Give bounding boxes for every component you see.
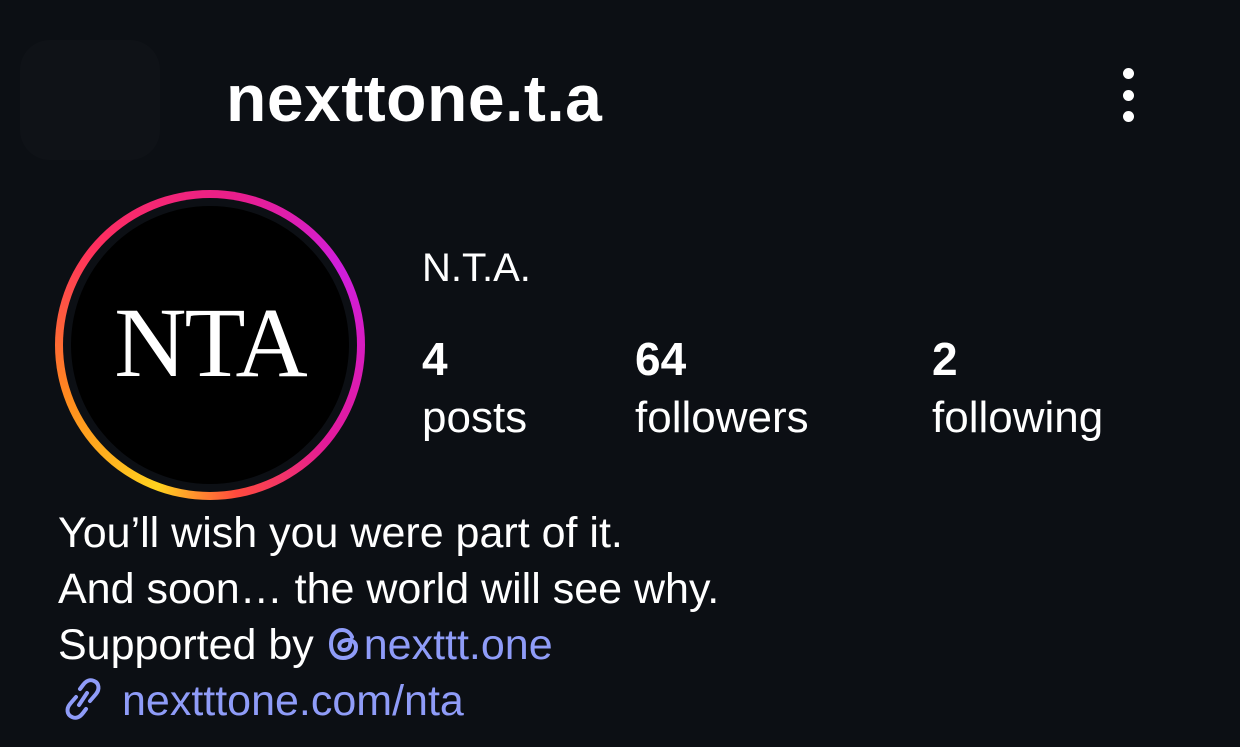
stat-posts-value: 4 bbox=[422, 333, 448, 385]
stat-followers[interactable]: 64 followers bbox=[635, 330, 809, 448]
profile-page: nexttone.t.a NTA N.T.A. 4 posts 64 follo… bbox=[0, 0, 1240, 747]
bio-supported-prefix: Supported by bbox=[58, 621, 314, 669]
avatar-story-ring[interactable]: NTA bbox=[55, 190, 365, 500]
stat-following-value: 2 bbox=[932, 333, 958, 385]
bio-supported-line: Supported by nexttt.one bbox=[58, 617, 719, 673]
more-vertical-icon-dot bbox=[1122, 89, 1134, 101]
back-area[interactable] bbox=[20, 40, 160, 160]
more-vertical-icon-dot bbox=[1122, 111, 1134, 122]
threads-icon bbox=[328, 627, 358, 661]
bio-line-2: And soon… the world will see why. bbox=[58, 565, 720, 613]
stat-following[interactable]: 2 following bbox=[932, 330, 1103, 448]
profile-bio: You’ll wish you were part of it. And soo… bbox=[58, 505, 719, 729]
website-link-text: nextttone.com/nta bbox=[122, 677, 464, 725]
avatar[interactable]: NTA bbox=[71, 206, 349, 484]
more-options-button[interactable] bbox=[1108, 62, 1148, 128]
stat-followers-value: 64 bbox=[635, 333, 687, 385]
bio-website-link[interactable]: nextttone.com/nta bbox=[58, 673, 719, 729]
threads-handle-text: nexttt.one bbox=[363, 621, 553, 669]
bio-line-1: You’ll wish you were part of it. bbox=[58, 509, 623, 557]
stat-posts-label: posts bbox=[422, 393, 528, 442]
stat-posts[interactable]: 4 posts bbox=[422, 330, 527, 448]
profile-display-name: N.T.A. bbox=[422, 246, 531, 290]
stat-followers-label: followers bbox=[635, 393, 809, 442]
more-vertical-icon bbox=[1122, 68, 1134, 79]
avatar-logo-text: NTA bbox=[114, 287, 308, 398]
profile-username: nexttone.t.a bbox=[226, 61, 603, 135]
link-icon bbox=[65, 678, 101, 720]
threads-handle-link[interactable]: nexttt.one bbox=[326, 621, 553, 669]
stat-following-label: following bbox=[932, 393, 1104, 442]
